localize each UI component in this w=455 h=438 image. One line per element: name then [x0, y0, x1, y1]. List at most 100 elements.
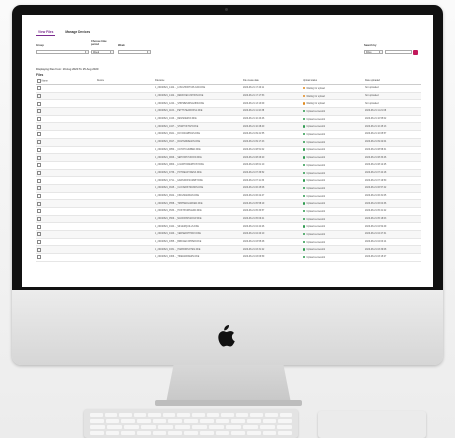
display-bezel: View Files Manage Devices Group Choose t…: [12, 5, 443, 290]
filter-bar: Group Choose time period Week Week Searc…: [36, 40, 419, 58]
table-row[interactable]: 1_20190821_0331..._HARBORNOTES.DKE 2020-0…: [36, 245, 421, 255]
row-upload-status: Upload successful: [302, 245, 364, 255]
table-row[interactable]: 1_20190821_0736..._POTREADYDESK.DKE 2020-…: [36, 169, 421, 178]
row-checkbox[interactable]: [37, 101, 41, 106]
table-row[interactable]: 1_20190821_0917..._RASTERMEANS.DKE 2020-0…: [36, 138, 421, 147]
row-checkbox[interactable]: [37, 163, 41, 168]
row-checkbox[interactable]: [37, 178, 41, 183]
row-create-date: 2020-08-21 10:28:40: [242, 122, 302, 132]
table-row[interactable]: 1_20190821_0850..._CATCHCLIMBED.DKE 2020-…: [36, 146, 421, 155]
row-upload-status: Upload successful: [302, 107, 364, 116]
tab-view-files[interactable]: View Files: [36, 29, 56, 36]
row-date-uploaded: 2020-08-21 06:31:05: [364, 192, 421, 201]
week-dropdown-button[interactable]: [147, 50, 151, 54]
row-checkbox[interactable]: [37, 186, 41, 191]
row-name-cell: [36, 115, 96, 124]
table-row[interactable]: 1_20190821_1244..._SHIPMENDING2836.DKE 20…: [36, 99, 421, 109]
row-checkbox[interactable]: [37, 109, 41, 114]
table-row[interactable]: 1_20190821_0622..._KINGSMARGIN.DKE 2020-0…: [36, 192, 421, 201]
table-row[interactable]: 1_20190821_1100..._PETTSTEAMOKS1.DKE 2020…: [36, 107, 421, 116]
row-name-cell: [36, 161, 96, 170]
table-row[interactable]: 1_20190821_0533..._HOSTPURPLEDD.DKE 2020-…: [36, 207, 421, 216]
row-device-cell: [96, 161, 154, 170]
row-upload-status: Upload successful: [302, 215, 364, 224]
row-checkbox[interactable]: [37, 124, 41, 129]
row-upload-status: Upload successful: [302, 230, 364, 239]
week-select[interactable]: [118, 50, 148, 54]
table-row[interactable]: 1_20190821_1027..._STARTOFTAHI.DKE 2020-0…: [36, 122, 421, 132]
row-create-date: 2020-08-21 09:17:43: [242, 138, 302, 147]
table-row[interactable]: 1_20190821_0306..._TIDEMARKERS.DKE 2020-0…: [36, 253, 421, 262]
keyboard: [84, 409, 298, 438]
row-device-cell: [96, 138, 154, 147]
row-checkbox[interactable]: [37, 240, 41, 245]
table-row[interactable]: 1_20190821_1422..._LONGHORTUPLOAD.DKE 202…: [36, 84, 421, 93]
period-select[interactable]: Week: [91, 50, 111, 54]
table-row[interactable]: 1_20190821_0558..._TRIPPEDGARDEN.DKE 2020…: [36, 199, 421, 208]
row-create-date: 2020-08-21 03:55:48: [242, 238, 302, 247]
row-checkbox[interactable]: [37, 247, 41, 252]
row-checkbox[interactable]: [37, 193, 41, 198]
clear-search-icon[interactable]: [413, 49, 418, 55]
week-label: Week: [118, 44, 125, 47]
row-checkbox[interactable]: [37, 224, 41, 229]
row-filename: 1_20190821_0355..._BRIDGECOPPER.DKE: [154, 238, 242, 247]
row-create-date: 2020-08-21 05:33:57: [242, 207, 302, 216]
table-row[interactable]: 1_20190821_1043..._RESSNERCF.DKE 2020-08-…: [36, 115, 421, 124]
row-device-cell: [96, 245, 154, 255]
table-row[interactable]: 1_20190821_0420..._VERSEPATHWAY.DKE 2020-…: [36, 230, 421, 239]
row-device-cell: [96, 122, 154, 132]
table-row[interactable]: 1_20190821_0826..._SEHOWSTUDIOD.DKE 2020-…: [36, 153, 421, 162]
row-name-cell: [36, 130, 96, 139]
row-checkbox[interactable]: [37, 147, 41, 152]
row-name-cell: [36, 199, 96, 208]
row-checkbox[interactable]: [37, 94, 41, 99]
row-device-cell: [96, 192, 154, 201]
period-dropdown-button[interactable]: [110, 50, 114, 54]
row-name-cell: [36, 84, 96, 93]
row-filename: 1_20190821_1100..._PETTSTEAMOKS1.DKE: [154, 107, 242, 116]
row-device-cell: [96, 130, 154, 139]
row-date-uploaded: 2020-08-21 05:41:22: [364, 207, 421, 216]
row-checkbox[interactable]: [37, 201, 41, 206]
table-row[interactable]: 1_20190821_0711..._GRANDOFSUMMIT.DKE 2020…: [36, 176, 421, 185]
date-range-text: Displaying files from: 19 Aug 2020 To 25…: [36, 67, 99, 71]
tab-manage-devices[interactable]: Manage Devices: [63, 29, 92, 36]
row-filename: 1_20190821_1422..._REMOVECUSHION.DKE: [154, 92, 242, 101]
group-select[interactable]: [36, 50, 86, 54]
row-checkbox[interactable]: [37, 86, 41, 91]
row-filename: 1_20190821_0509..._MANORSHADOW.DKE: [154, 215, 242, 224]
table-row[interactable]: 1_20190821_0645..._CLOVERSTRANDS.DKE 2020…: [36, 184, 421, 193]
row-checkbox[interactable]: [37, 132, 41, 137]
group-dropdown-button[interactable]: [85, 50, 89, 54]
row-create-date: 2020-08-21 08:51:02: [242, 146, 302, 155]
table-row[interactable]: 1_20190821_0444..._SILVERQUILLS.DKE 2020-…: [36, 222, 421, 232]
row-checkbox[interactable]: [37, 232, 41, 237]
row-checkbox[interactable]: [37, 117, 41, 122]
row-date-uploaded: 2020-08-21 10:05:57: [364, 130, 421, 139]
table-row[interactable]: 1_20190821_0800..._LOAMTOWERHOST.DKE 2020…: [36, 161, 421, 170]
row-create-date: 2020-08-21 09:41:55: [242, 130, 302, 139]
row-checkbox[interactable]: [37, 209, 41, 214]
search-by-select[interactable]: Drive: [364, 50, 380, 54]
row-checkbox[interactable]: [37, 170, 41, 175]
search-by-dropdown-button[interactable]: [379, 50, 383, 54]
table-row[interactable]: 1_20190821_0941..._DAYCRAMPASS.DKE 2020-0…: [36, 130, 421, 139]
select-all-checkbox[interactable]: [37, 79, 41, 83]
table-row[interactable]: 1_20190821_1422..._REMOVECUSHION.DKE 2020…: [36, 92, 421, 101]
row-device-cell: [96, 169, 154, 178]
row-filename: 1_20190821_0533..._HOSTPURPLEDD.DKE: [154, 207, 242, 216]
row-checkbox[interactable]: [37, 217, 41, 222]
row-create-date: 2020-08-21 13:13:09: [242, 99, 302, 109]
row-create-date: 2020-08-21 06:22:47: [242, 192, 302, 201]
row-checkbox[interactable]: [37, 155, 41, 160]
table-row[interactable]: 1_20190821_0355..._BRIDGECOPPER.DKE 2020-…: [36, 238, 421, 247]
row-checkbox[interactable]: [37, 255, 41, 260]
row-checkbox[interactable]: [37, 140, 41, 145]
table-row[interactable]: 1_20190821_0509..._MANORSHADOW.DKE 2020-0…: [36, 215, 421, 224]
row-date-uploaded: 2020-08-21 09:22:04: [364, 138, 421, 147]
search-input[interactable]: [385, 50, 412, 54]
row-create-date: 2020-08-21 03:31:22: [242, 245, 302, 255]
row-filename: 1_20190821_0622..._KINGSMARGIN.DKE: [154, 192, 242, 201]
row-filename: 1_20190821_1043..._RESSNERCF.DKE: [154, 115, 242, 124]
